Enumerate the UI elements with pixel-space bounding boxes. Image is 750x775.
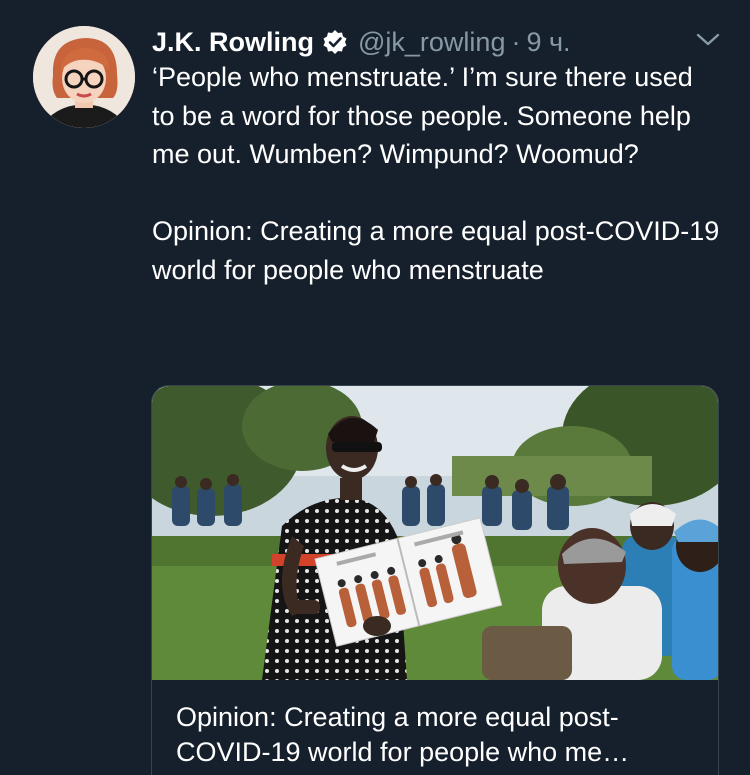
- card-image[interactable]: [152, 386, 718, 680]
- avatar-image: [33, 26, 135, 128]
- tweet-text: ‘People who menstruate.’ I’m sure there …: [152, 62, 720, 285]
- link-card[interactable]: Opinion: Creating a more equal post-COVI…: [151, 385, 719, 775]
- tweet-timestamp[interactable]: 9 ч.: [526, 27, 570, 58]
- tweet-header: J.K. Rowling @jk_rowling · 9 ч.: [152, 22, 571, 62]
- verified-badge-icon: [322, 29, 348, 55]
- tweet[interactable]: J.K. Rowling @jk_rowling · 9 ч. ‘People …: [0, 0, 750, 775]
- card-title[interactable]: Opinion: Creating a more equal post-COVI…: [176, 700, 701, 770]
- avatar[interactable]: [33, 26, 135, 128]
- author-handle[interactable]: @jk_rowling: [358, 27, 505, 58]
- card-photo: [152, 386, 718, 680]
- chevron-down-icon[interactable]: [694, 30, 722, 50]
- author-name[interactable]: J.K. Rowling: [152, 27, 314, 58]
- separator-dot: ·: [511, 26, 521, 57]
